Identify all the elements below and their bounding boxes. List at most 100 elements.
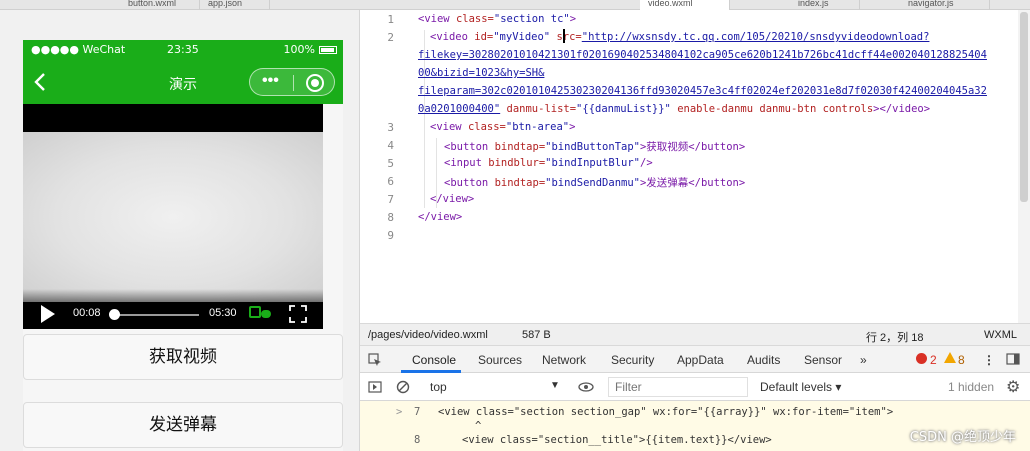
code-token: "http://wxsnsdy.tc.qq.com/105/20210/snsd… [581, 31, 930, 43]
file-tab[interactable]: index.js [790, 0, 860, 10]
progress-knob[interactable] [108, 309, 120, 320]
context-selector[interactable]: top [430, 380, 447, 394]
code-token: <input [444, 157, 489, 169]
close-miniprogram-icon[interactable] [306, 74, 324, 92]
scrollbar-thumb[interactable] [1020, 12, 1028, 202]
code-token: ></video> [873, 103, 931, 115]
more-icon[interactable]: ••• [262, 73, 279, 89]
expand-arrow-icon[interactable]: > [396, 406, 402, 418]
capsule-menu: ••• [249, 68, 335, 96]
tab-sources[interactable]: Sources [478, 353, 522, 367]
code-line-3: <view class="btn-area"> [430, 121, 575, 133]
dock-side-icon[interactable] [1006, 353, 1020, 365]
tab-network[interactable]: Network [542, 353, 586, 367]
video-player[interactable]: 00:08 05:30 [23, 104, 323, 329]
phone-screen: ●●●●● WeChat 23:35 100% 演示 ••• 00:08 05:… [23, 40, 343, 451]
console-line-text: <view class="section section_gap" wx:for… [438, 406, 894, 418]
kebab-menu-icon[interactable]: ⋮ [983, 353, 995, 367]
code-token: >获取视频</button> [639, 141, 746, 153]
carrier-signal: ●●●●● WeChat [31, 43, 126, 56]
file-tab-active[interactable]: video.wxml [640, 0, 730, 10]
code-token: "{{danmuList}}" [576, 103, 671, 115]
ide-window: button.wxml app.json video.wxml index.js… [0, 0, 1030, 451]
code-token: "bindSendDanmu" [545, 177, 640, 189]
devtools-tab-bar: Console Sources Network Security AppData… [360, 346, 1030, 373]
file-tab[interactable]: button.wxml [120, 0, 200, 10]
console-line-text: <view class="section__title">{{item.text… [462, 434, 772, 446]
inspect-element-icon[interactable] [368, 353, 382, 367]
code-token: <button [444, 141, 495, 153]
line-number: 1 [387, 13, 394, 26]
current-time: 00:08 [73, 307, 101, 319]
line-number: 3 [387, 121, 394, 134]
send-danmu-button[interactable]: 发送弹幕 [23, 402, 343, 448]
code-token: /> [640, 157, 653, 169]
code-token: "btn-area" [505, 121, 570, 133]
progress-track[interactable] [111, 314, 199, 316]
file-tab-label: button.wxml [128, 0, 177, 8]
filter-input[interactable] [608, 377, 748, 397]
code-token: > [569, 121, 576, 133]
phone-status-bar: ●●●●● WeChat 23:35 100% [23, 40, 343, 60]
code-token: "myVideo" [493, 31, 557, 43]
error-count[interactable]: 2 [930, 353, 937, 367]
console-line-number: 7 [414, 406, 421, 418]
file-tab-label: navigator.js [908, 0, 954, 8]
code-token: <video [430, 31, 475, 43]
status-time: 23:35 [167, 43, 199, 56]
sidebar-toggle-icon[interactable] [368, 381, 382, 393]
file-tab-strip: button.wxml app.json video.wxml index.js… [0, 0, 1030, 10]
eye-icon[interactable] [578, 382, 594, 392]
nav-bar: 演示 ••• [23, 60, 343, 104]
tab-console[interactable]: Console [412, 353, 456, 367]
chevron-down-icon[interactable]: ▼ [550, 380, 560, 391]
total-time: 05:30 [209, 307, 237, 319]
warning-count[interactable]: 8 [958, 353, 965, 367]
gear-icon[interactable]: ⚙ [1006, 377, 1020, 397]
cursor-position[interactable]: 行 2，列 18 [866, 329, 923, 345]
code-token: bindtap= [494, 141, 546, 153]
code-token: "bindInputBlur" [545, 157, 640, 169]
line-gutter: 1 2 3 4 5 6 7 8 9 [360, 10, 400, 323]
file-tab[interactable]: app.json [200, 0, 270, 10]
code-line-2-wrap: 0a0201000400" danmu-list="{{danmuList}}"… [418, 103, 930, 115]
code-token: "section tc" [493, 13, 570, 25]
simulator-panel: ●●●●● WeChat 23:35 100% 演示 ••• 00:08 05:… [0, 10, 360, 451]
console-toolbar: top ▼ Default levels ▾ 1 hidden ⚙ [360, 373, 1030, 401]
watermark: CSDN @绝顶少年 [909, 430, 1016, 445]
tab-appdata[interactable]: AppData [677, 353, 724, 367]
language-mode[interactable]: WXML [984, 329, 1017, 341]
code-token: src= [556, 31, 582, 43]
danmu-toggle-icon[interactable] [249, 306, 273, 320]
battery-percent: 100% [283, 43, 315, 56]
line-number: 5 [387, 157, 394, 170]
tab-security[interactable]: Security [611, 353, 654, 367]
more-tabs-icon[interactable]: » [860, 353, 867, 367]
video-frame [23, 132, 323, 302]
log-levels-dropdown[interactable]: Default levels ▾ [760, 380, 841, 394]
file-tab-label: app.json [208, 0, 243, 8]
tab-audits[interactable]: Audits [747, 353, 780, 367]
line-number: 9 [387, 229, 394, 242]
code-line-2: <video id="myVideo" src="http://wxsnsdy.… [430, 31, 929, 43]
line-number: 6 [387, 175, 394, 188]
file-tab[interactable]: navigator.js [900, 0, 990, 10]
line-number: 2 [387, 31, 394, 44]
line-number: 7 [387, 193, 394, 206]
editor-status-bar: /pages/video/video.wxml 587 B 行 2，列 18 W… [360, 323, 1030, 346]
error-icon [916, 353, 927, 364]
code-token: <button [444, 177, 495, 189]
tab-sensor[interactable]: Sensor [804, 353, 842, 367]
play-icon[interactable] [41, 305, 55, 323]
warning-icon [944, 352, 956, 363]
editor-scrollbar[interactable] [1018, 10, 1030, 323]
code-editor[interactable]: 1 2 3 4 5 6 7 8 9 <view class="section t… [360, 10, 1030, 323]
code-token: bindblur= [488, 157, 546, 169]
code-line-2-wrap: 00&bizid=1023&hy=SH& [418, 67, 545, 79]
fullscreen-icon[interactable] [289, 305, 307, 323]
text-cursor [563, 29, 565, 43]
get-video-button[interactable]: 获取视频 [23, 334, 343, 380]
code-token: <view [418, 13, 456, 25]
code-token: class= [455, 13, 494, 25]
clear-console-icon[interactable] [396, 380, 410, 394]
